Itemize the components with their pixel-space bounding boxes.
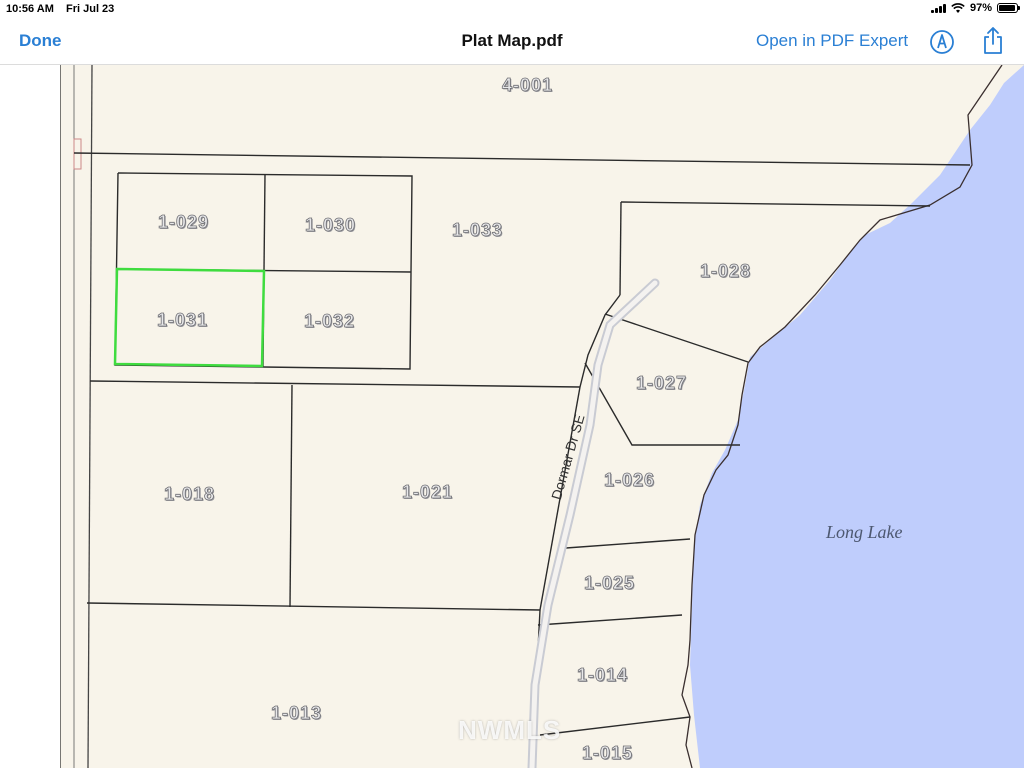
- parcel-label: 1-026: [604, 470, 656, 491]
- parcel-label: 1-030: [305, 215, 357, 236]
- parcel-label: 1-025: [584, 573, 636, 594]
- wifi-icon: [951, 2, 965, 13]
- plat-map-drawing: [59, 65, 1024, 768]
- parcel-label: 1-021: [402, 482, 454, 503]
- parcel-label: 1-033: [452, 220, 504, 241]
- done-button[interactable]: Done: [19, 31, 62, 51]
- open-in-pdf-expert-button[interactable]: Open in PDF Expert: [756, 31, 908, 51]
- plat-map-page[interactable]: 4-001 1-029 1-030 1-033 1-028 1-031 1-03…: [0, 65, 1024, 768]
- parcel-label-highlighted[interactable]: 1-031: [157, 310, 208, 331]
- parcel-label: 1-013: [271, 703, 323, 724]
- parcel-label: 1-015: [582, 743, 634, 764]
- document-nav-bar: Done Plat Map.pdf Open in PDF Expert: [0, 20, 1024, 65]
- parcel-label: 1-014: [577, 665, 629, 686]
- status-bar: 10:56 AM Fri Jul 23 97%: [0, 0, 1024, 20]
- battery-icon: [997, 3, 1020, 13]
- markup-pen-icon[interactable]: [928, 28, 956, 56]
- long-lake-water: [690, 65, 1024, 768]
- cellular-signal-icon: [930, 3, 946, 13]
- parcel-label: 1-027: [636, 373, 688, 394]
- page-left-margin: [0, 65, 60, 768]
- status-time: 10:56 AM: [6, 3, 54, 15]
- status-right-group: 97%: [930, 2, 1020, 14]
- share-icon[interactable]: [981, 26, 1005, 56]
- parcel-label: 1-029: [158, 212, 210, 233]
- battery-percent: 97%: [969, 2, 992, 14]
- watermark-logo: NWMLS: [458, 715, 562, 745]
- parcel-label: 1-018: [164, 484, 216, 505]
- parcel-label: 4-001: [502, 75, 554, 96]
- status-date: Fri Jul 23: [66, 3, 115, 15]
- lake-label: Long Lake: [826, 522, 903, 542]
- parcel-label: 1-032: [304, 311, 356, 332]
- parcel-label: 1-028: [700, 261, 752, 282]
